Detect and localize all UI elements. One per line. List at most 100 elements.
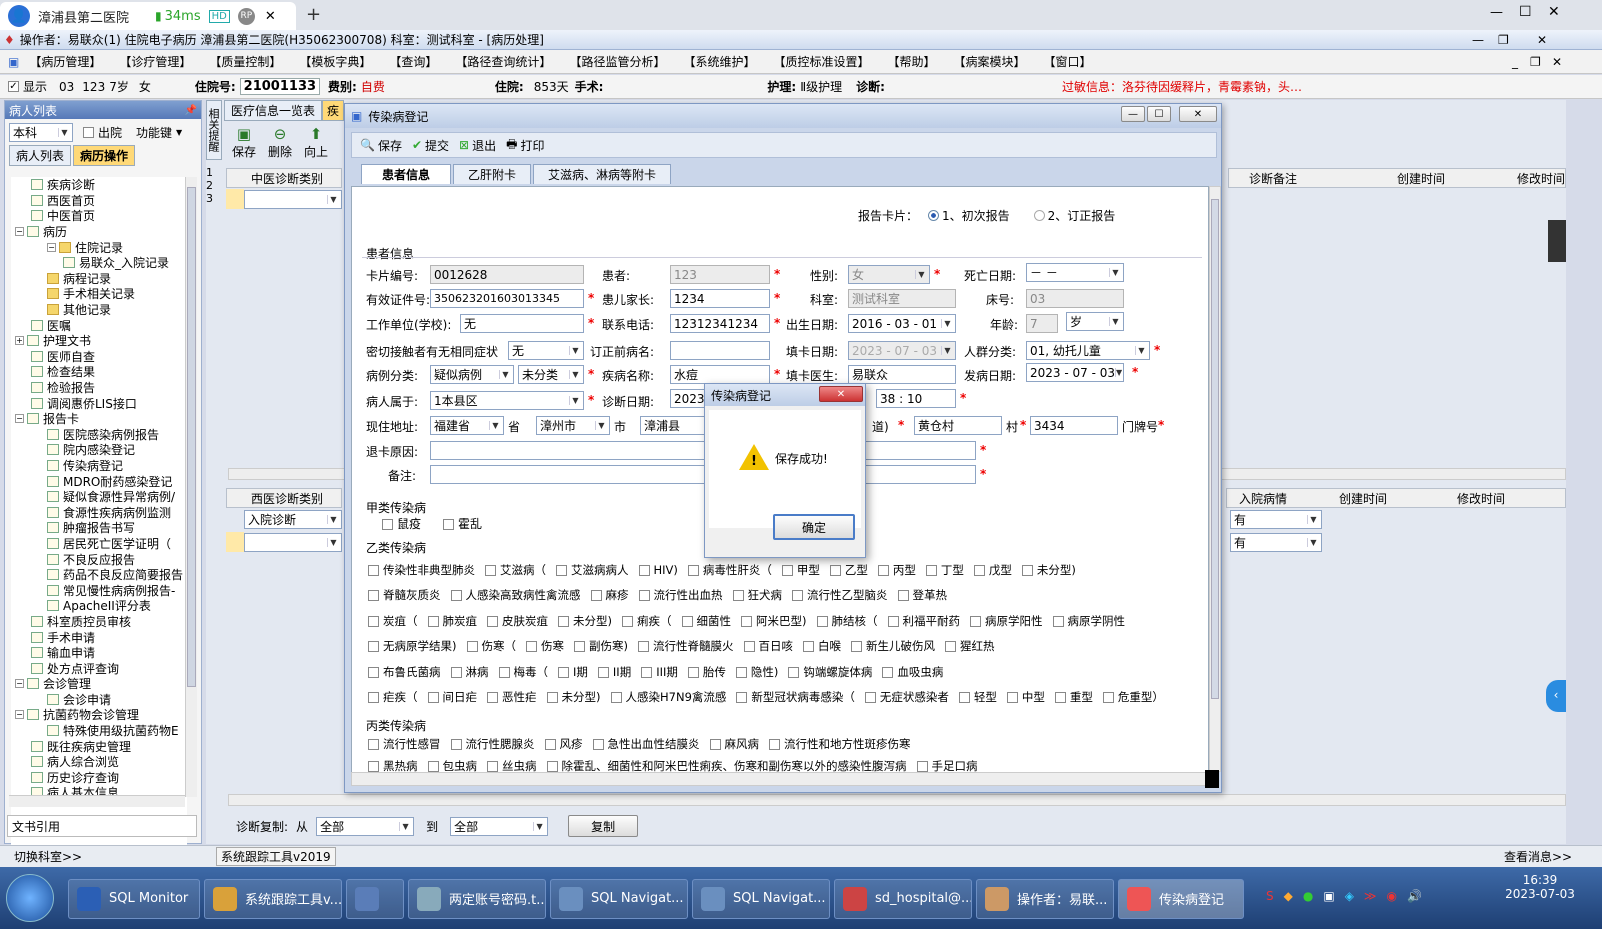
- note-field[interactable]: [430, 465, 976, 484]
- disease-checkbox[interactable]: 轻型: [958, 689, 997, 705]
- disease-checkbox[interactable]: 病原学阳性: [970, 613, 1043, 629]
- dialog-save-button[interactable]: 保存: [378, 137, 402, 154]
- taskbar-item[interactable]: [346, 878, 404, 919]
- switch-dept-link[interactable]: 切换科室>>: [14, 848, 82, 865]
- tree-item[interactable]: 检查结果: [11, 364, 187, 380]
- gender-select[interactable]: 女 ▼: [848, 265, 930, 284]
- side-handle[interactable]: [1548, 220, 1566, 262]
- contact-select[interactable]: 无 ▼: [508, 341, 584, 360]
- disease-checkbox[interactable]: 流行性出血热: [638, 587, 723, 603]
- reminder-side-tab[interactable]: 相关提醒: [206, 100, 222, 160]
- collapse-icon[interactable]: −: [15, 710, 24, 720]
- mdi-child-min-icon[interactable]: _: [1512, 55, 1518, 69]
- tree-item[interactable]: − 会诊管理: [11, 676, 187, 692]
- tree-item[interactable]: 历史诊疗查询: [11, 770, 187, 786]
- disease-checkbox[interactable]: 传染性非典型肺炎: [368, 562, 475, 578]
- collapse-icon[interactable]: −: [15, 414, 24, 424]
- msgbox-close-button[interactable]: ✕: [819, 386, 863, 402]
- mdi-close-icon[interactable]: ✕: [1537, 33, 1547, 47]
- disease-checkbox[interactable]: II期: [597, 664, 631, 680]
- disease-checkbox[interactable]: 肺结核（: [816, 613, 878, 629]
- mid-delete-button[interactable]: ⊖ 删除: [262, 125, 298, 160]
- menu-item[interactable]: 【路径查询统计】: [455, 53, 551, 70]
- disease-checkbox[interactable]: 血吸虫病: [882, 664, 943, 680]
- village-field[interactable]: 黄仓村: [914, 416, 1002, 435]
- doctor-field[interactable]: 易联众: [848, 365, 956, 384]
- admit-condition-select[interactable]: 有 ▼: [1230, 510, 1322, 529]
- phone-field[interactable]: 12312341234: [670, 314, 770, 333]
- start-button[interactable]: [6, 874, 54, 922]
- birth-date-picker[interactable]: 2016 - 03 - 01 ▼: [848, 314, 956, 333]
- age-unit-select[interactable]: 岁 ▼: [1066, 312, 1124, 331]
- disease-checkbox[interactable]: 流行性感冒: [368, 736, 441, 752]
- menu-item[interactable]: 【病案模块】: [954, 53, 1026, 70]
- dialog-exit-button[interactable]: 退出: [472, 137, 496, 154]
- disease-checkbox[interactable]: 阿米巴型): [741, 613, 807, 629]
- death-date-picker[interactable]: － － ▼: [1026, 263, 1124, 282]
- dialog-print-button[interactable]: 打印: [520, 137, 544, 154]
- volume-icon[interactable]: 🔊: [1407, 889, 1422, 903]
- discharged-checkbox[interactable]: [83, 126, 94, 138]
- disease-checkbox[interactable]: I期: [558, 664, 588, 680]
- tree-item[interactable]: 居民死亡医学证明（: [11, 536, 187, 552]
- tree-item[interactable]: 中医首页: [11, 208, 187, 224]
- disease-checkbox[interactable]: 未分型): [546, 689, 601, 705]
- disease-checkbox[interactable]: 急性出血性结膜炎: [592, 736, 700, 752]
- work-field[interactable]: 无: [460, 314, 584, 333]
- tree-item[interactable]: 手术申请: [11, 629, 187, 645]
- mid-save-button[interactable]: ▣ 保存: [226, 125, 262, 160]
- pin-icon[interactable]: 📌: [185, 105, 197, 116]
- tree-item[interactable]: 调阅惠侨LIS接口: [11, 395, 187, 411]
- disease-checkbox[interactable]: 淋病: [450, 664, 489, 680]
- taskbar-item[interactable]: sd_hospital@...: [834, 878, 972, 919]
- menu-item[interactable]: 【系统维护】: [683, 53, 755, 70]
- collapse-icon[interactable]: −: [15, 679, 24, 689]
- menu-item[interactable]: 【帮助】: [887, 53, 935, 70]
- disease-checkbox[interactable]: 梅毒（: [498, 664, 548, 680]
- case-type-select[interactable]: 疑似病例 ▼: [430, 365, 514, 384]
- tree-item[interactable]: 肿瘤报告书写: [11, 520, 187, 536]
- tree-item[interactable]: 医院感染病例报告: [11, 427, 187, 443]
- expand-icon[interactable]: +: [15, 336, 24, 346]
- card-no-field[interactable]: 0012628: [430, 265, 584, 284]
- collapse-icon[interactable]: −: [47, 242, 56, 252]
- disease-checkbox[interactable]: 未分型): [558, 613, 612, 629]
- wm-category-select-2[interactable]: ▼: [244, 533, 342, 552]
- tree-item[interactable]: 处方点评查询: [11, 660, 187, 676]
- tree-item[interactable]: ApacheII评分表: [11, 598, 187, 614]
- tray-icon[interactable]: S: [1266, 889, 1274, 903]
- new-tab-button[interactable]: +: [306, 4, 321, 25]
- radio-initial[interactable]: [928, 210, 940, 221]
- tree-scrollbar[interactable]: [185, 177, 197, 797]
- tree-item[interactable]: − 抗菌药物会诊管理: [11, 707, 187, 723]
- disease-checkbox[interactable]: 间日疟: [427, 689, 477, 705]
- disease-checkbox[interactable]: 乙型: [829, 562, 868, 578]
- view-messages-link[interactable]: 查看消息>>: [1504, 848, 1572, 865]
- clock[interactable]: 16:39 2023-07-03: [1500, 873, 1580, 901]
- tree-item[interactable]: 会诊申请: [11, 692, 187, 708]
- tree-item[interactable]: 药品不良反应简要报告: [11, 567, 187, 583]
- disease-checkbox[interactable]: 丁型: [925, 562, 964, 578]
- copy-to-select[interactable]: 全部 ▼: [450, 816, 549, 836]
- disease-checkbox[interactable]: 艾滋病病人: [556, 562, 629, 578]
- taskbar-item[interactable]: 系统跟踪工具v...: [204, 878, 342, 919]
- parent-field[interactable]: 1234: [670, 289, 770, 308]
- tree-hscrollbar[interactable]: [9, 795, 185, 807]
- disease-checkbox[interactable]: 戊型: [973, 562, 1012, 578]
- disease-checkbox[interactable]: 病毒性肝炎（: [687, 562, 772, 578]
- disease-checkbox[interactable]: 人感染H7N9禽流感: [610, 689, 726, 705]
- tree-item[interactable]: MDRO耐药感染登记: [11, 473, 187, 489]
- menu-item[interactable]: 【路径监管分析】: [569, 53, 665, 70]
- dialog-minimize-button[interactable]: —: [1121, 106, 1145, 122]
- copy-button[interactable]: 复制: [568, 815, 639, 837]
- taskbar-item[interactable]: 传染病登记: [1118, 878, 1244, 919]
- tab-patient-list[interactable]: 病人列表: [9, 144, 72, 166]
- disease-checkbox[interactable]: 人感染高致病性禽流感: [450, 587, 581, 603]
- tree-item[interactable]: 病人综合浏览: [11, 754, 187, 770]
- msgbox-ok-button[interactable]: 确定: [773, 514, 855, 540]
- county-field[interactable]: 漳浦县: [640, 416, 706, 435]
- disease-checkbox[interactable]: 流行性和地方性斑疹伤寒: [769, 736, 911, 752]
- disease-checkbox[interactable]: 肺炭疽: [427, 613, 477, 629]
- taskbar-item[interactable]: SQL Monitor: [68, 878, 200, 919]
- disease-checkbox[interactable]: 危重型）: [1102, 689, 1164, 705]
